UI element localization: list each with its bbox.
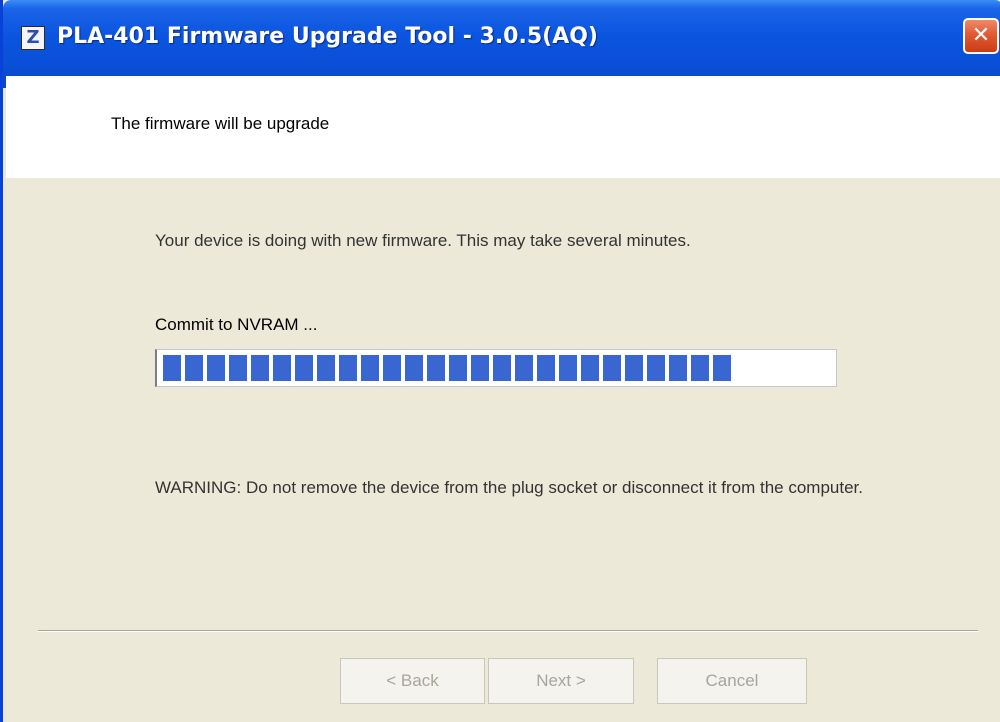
header-title: The firmware will be upgrade — [111, 114, 330, 133]
app-logo-letter: Z — [26, 27, 40, 48]
back-button[interactable]: < Back — [340, 658, 485, 704]
title-bar[interactable]: Z PLA-401 Firmware Upgrade Tool - 3.0.5(… — [3, 0, 1000, 88]
status-message: Your device is doing with new firmware. … — [155, 231, 691, 250]
cancel-button[interactable]: Cancel — [657, 658, 807, 704]
progress-fill — [163, 355, 731, 381]
next-button[interactable]: Next > — [488, 658, 634, 704]
footer-divider — [38, 630, 978, 632]
step-label: Commit to NVRAM ... — [155, 315, 318, 334]
app-logo-icon[interactable]: Z — [21, 26, 45, 50]
progress-bar — [155, 349, 837, 387]
close-button[interactable]: ✕ — [963, 18, 999, 54]
close-icon: ✕ — [971, 23, 991, 48]
firmware-upgrade-window: Z PLA-401 Firmware Upgrade Tool - 3.0.5(… — [0, 0, 1000, 722]
window-title: PLA-401 Firmware Upgrade Tool - 3.0.5(AQ… — [57, 24, 598, 49]
warning-message: WARNING: Do not remove the device from t… — [155, 478, 863, 497]
